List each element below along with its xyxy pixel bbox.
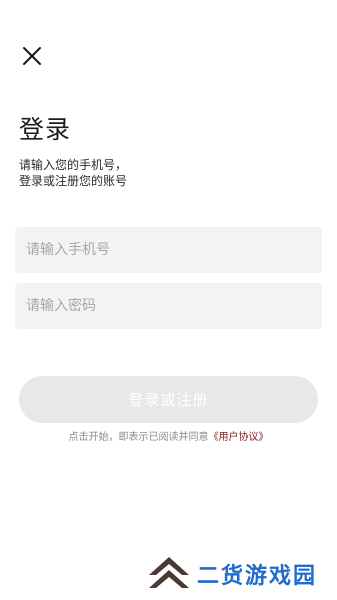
page-subtitle: 请输入您的手机号， 登录或注册您的账号	[19, 157, 127, 189]
close-icon	[23, 47, 41, 65]
login-or-register-button[interactable]: 登录或注册	[19, 376, 318, 423]
phone-field[interactable]	[15, 227, 322, 273]
agreement-notice: 点击开始，即表示已阅读并同意《用户协议》	[0, 431, 337, 445]
password-input[interactable]	[26, 298, 311, 314]
subtitle-line-1: 请输入您的手机号，	[19, 158, 128, 172]
watermark: 二货游戏园	[138, 548, 337, 600]
watermark-text: 二货游戏园	[197, 564, 318, 589]
password-field[interactable]	[15, 283, 322, 329]
user-agreement-link[interactable]: 《用户协议》	[209, 432, 269, 443]
chevron-stack-logo-icon	[149, 557, 189, 588]
phone-input[interactable]	[26, 242, 311, 258]
subtitle-line-2: 登录或注册您的账号	[19, 174, 128, 188]
page-title: 登录	[19, 115, 72, 144]
agreement-text: 点击开始，即表示已阅读并同意	[68, 432, 209, 443]
close-button[interactable]	[20, 44, 44, 68]
